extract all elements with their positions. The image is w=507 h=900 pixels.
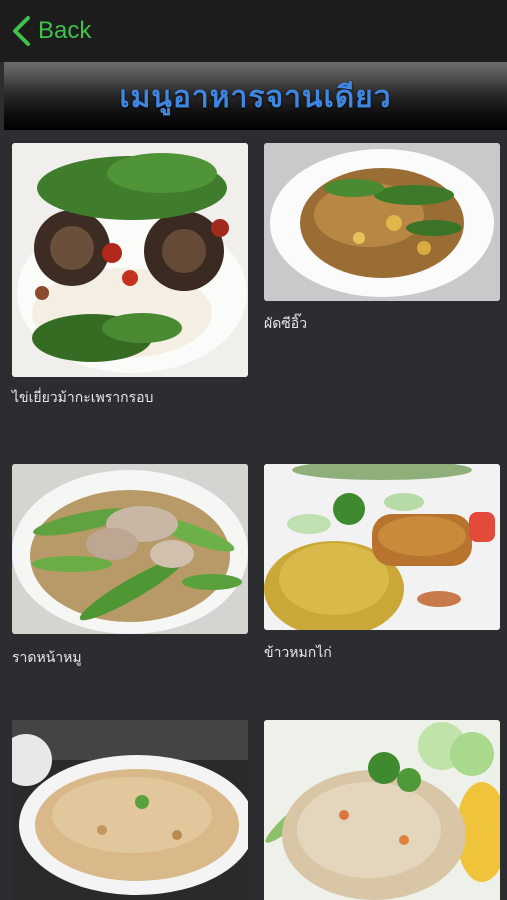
menu-card[interactable] xyxy=(12,720,248,900)
dish-name: ราดหน้าหมู xyxy=(12,650,82,666)
page-title: เมนูอาหารจานเดียว xyxy=(119,80,392,115)
menu-card[interactable]: ราดหน้าหมู xyxy=(12,464,248,669)
nav-bar: Back xyxy=(0,0,507,62)
dish-photo xyxy=(264,720,500,900)
dish-photo xyxy=(12,143,248,377)
dish-name: ไข่เยี่ยวม้ากะเพรากรอบ xyxy=(12,390,154,406)
menu-card[interactable]: ผัดซีอิ๊ว xyxy=(264,143,500,343)
dish-photo xyxy=(12,464,248,634)
dish-photo xyxy=(264,143,500,301)
page-header: เมนูอาหารจานเดียว xyxy=(4,62,507,130)
back-label: Back xyxy=(38,17,92,44)
dish-photo xyxy=(264,464,500,630)
back-button[interactable]: Back xyxy=(10,14,91,48)
dish-photo xyxy=(12,720,248,900)
chevron-left-icon xyxy=(13,16,30,46)
menu-card[interactable] xyxy=(264,720,500,900)
menu-card[interactable]: ข้าวหมกไก่ xyxy=(264,464,500,669)
dish-name: ผัดซีอิ๊ว xyxy=(264,316,308,332)
menu-card[interactable]: ไข่เยี่ยวม้ากะเพรากรอบ xyxy=(12,143,248,413)
dish-name: ข้าวหมกไก่ xyxy=(264,645,332,661)
